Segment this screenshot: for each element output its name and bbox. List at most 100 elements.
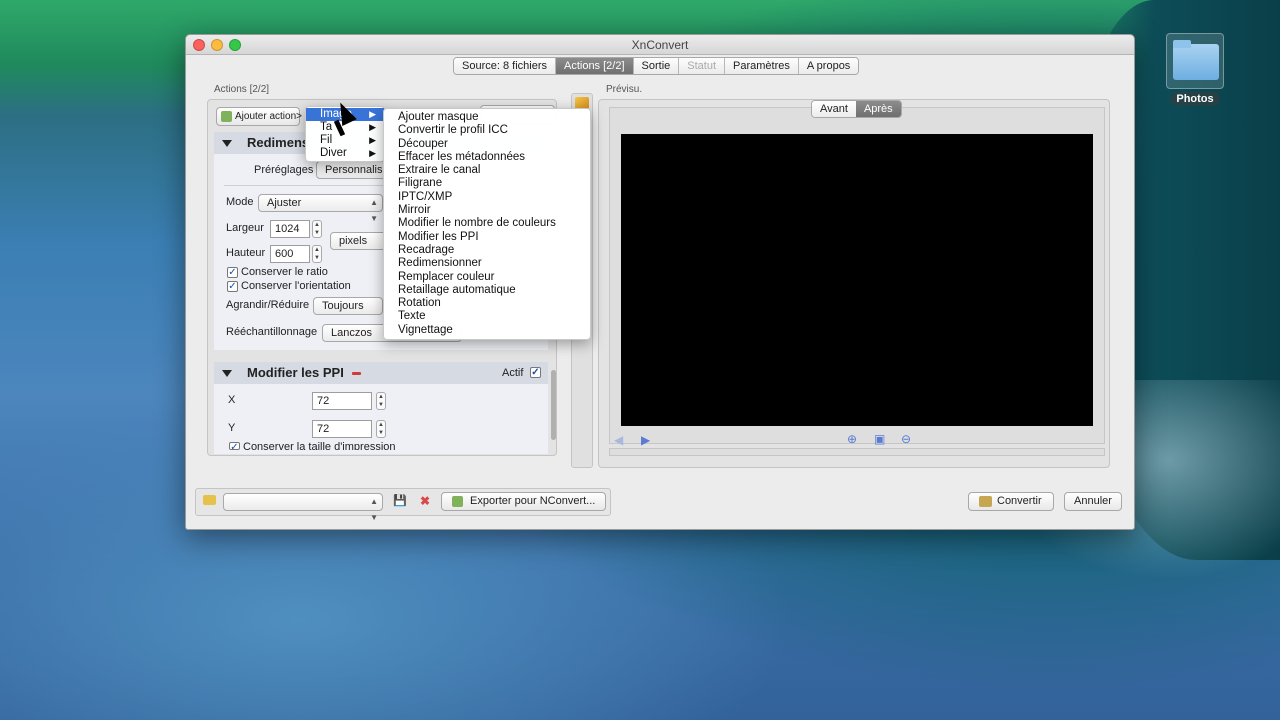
image-action-item[interactable]: Remplacer couleur bbox=[384, 271, 590, 284]
convert-label: Convertir bbox=[997, 495, 1042, 507]
fit-screen-icon[interactable]: ▣ bbox=[874, 432, 885, 446]
keep-print-size-label: Conserver la taille d'impression bbox=[243, 441, 396, 450]
image-action-item[interactable]: Filigrane bbox=[384, 177, 590, 190]
close-button[interactable] bbox=[193, 39, 205, 51]
mode-value: Ajuster bbox=[267, 197, 302, 209]
y-ppi-stepper[interactable]: ▲ ▼ bbox=[376, 420, 386, 438]
mode-label: Mode bbox=[226, 196, 254, 208]
active-label: Actif bbox=[502, 367, 524, 379]
resize-section-title: Redimens bbox=[247, 135, 310, 150]
ppi-section-title: Modifier les PPI bbox=[247, 365, 344, 380]
keep-print-size-checkbox[interactable]: ✓ bbox=[229, 442, 240, 450]
image-action-item[interactable]: Extraire le canal bbox=[384, 164, 590, 177]
image-action-item[interactable]: Rotation bbox=[384, 297, 590, 310]
tab-statut: Statut bbox=[679, 58, 726, 74]
previous-arrow-icon[interactable]: ◀ bbox=[614, 433, 623, 447]
menu-category-item[interactable]: Fil ▶ bbox=[306, 134, 384, 147]
width-field[interactable]: 1024 bbox=[270, 220, 310, 238]
open-folder-icon[interactable] bbox=[203, 495, 216, 505]
image-action-item[interactable]: Convertir le profil ICC bbox=[384, 124, 590, 137]
image-action-item[interactable]: IPTC/XMP bbox=[384, 191, 590, 204]
image-action-item[interactable]: Modifier les PPI bbox=[384, 231, 590, 244]
tab-sortie[interactable]: Sortie bbox=[633, 58, 680, 74]
menu-category-label: Diver bbox=[320, 147, 347, 159]
export-nconvert-button[interactable]: Exporter pour NConvert... bbox=[441, 492, 606, 511]
remove-icon[interactable] bbox=[352, 372, 361, 375]
x-ppi-stepper[interactable]: ▲ ▼ bbox=[376, 392, 386, 410]
image-action-item[interactable]: Mirroir bbox=[384, 204, 590, 217]
ppi-section-body: X 72 ▲ ▼ Y 72 ▲ ▼ ✓ Conserver la taille d'… bbox=[214, 384, 548, 454]
export-icon bbox=[452, 496, 463, 507]
submenu-arrow-icon: ▶ bbox=[369, 109, 376, 119]
folder-icon bbox=[1166, 33, 1224, 89]
image-action-item[interactable]: Ajouter masque bbox=[384, 111, 590, 124]
x-ppi-field[interactable]: 72 bbox=[312, 392, 372, 410]
delete-icon[interactable]: ✖ bbox=[420, 494, 430, 508]
tab-a-propos[interactable]: A propos bbox=[798, 58, 859, 74]
y-label: Y bbox=[228, 422, 236, 434]
height-field[interactable]: 600 bbox=[270, 245, 310, 263]
preview-image bbox=[621, 134, 1093, 426]
updown-arrows-icon: ▲ ▼ bbox=[370, 198, 378, 223]
keep-orientation-checkbox[interactable]: ✓ bbox=[227, 281, 238, 292]
zoom-button[interactable] bbox=[229, 39, 241, 51]
ppi-section-header[interactable]: Modifier les PPI Actif ✓ bbox=[214, 362, 548, 384]
tab-after[interactable]: Après bbox=[855, 101, 901, 117]
tab-source-8-fichiers[interactable]: Source: 8 fichiers bbox=[454, 58, 556, 74]
image-action-item[interactable]: Découper bbox=[384, 138, 590, 151]
enlarge-select[interactable]: Toujours bbox=[313, 297, 383, 315]
unit-select[interactable]: pixels bbox=[330, 232, 390, 250]
enlarge-value: Toujours bbox=[322, 300, 364, 312]
minimize-button[interactable] bbox=[211, 39, 223, 51]
image-action-item[interactable]: Vignettage bbox=[384, 324, 590, 337]
add-action-button[interactable]: Ajouter action> bbox=[216, 107, 302, 126]
zoom-out-icon[interactable]: ⊖ bbox=[901, 432, 911, 446]
cancel-button[interactable]: Annuler bbox=[1064, 492, 1122, 511]
convert-button[interactable]: Convertir bbox=[968, 492, 1054, 511]
next-arrow-icon[interactable]: ▶ bbox=[641, 433, 650, 447]
main-tabs: Source: 8 fichiers Actions [2/2] Sortie Sta… bbox=[453, 57, 860, 75]
collapse-triangle-icon[interactable] bbox=[222, 140, 232, 147]
image-action-item[interactable]: Redimensionner bbox=[384, 257, 590, 270]
keep-ratio-label: Conserver le ratio bbox=[241, 266, 328, 278]
presets-select[interactable]: Personnalisé bbox=[316, 161, 386, 179]
width-stepper[interactable]: ▲ ▼ bbox=[312, 220, 322, 238]
desktop-folder-photos[interactable]: Photos bbox=[1166, 33, 1224, 106]
preview-group-label: Prévisu. bbox=[606, 84, 643, 95]
preview-panel: Avant Après ◀ ▶ ⊕ ▣ ⊖ bbox=[598, 99, 1110, 468]
preset-select[interactable]: ▲ ▼ bbox=[223, 493, 383, 522]
preview-status-bar bbox=[609, 448, 1105, 456]
window-title: XnConvert bbox=[631, 38, 689, 52]
add-action-label: Ajouter action> bbox=[235, 111, 302, 122]
active-checkbox[interactable]: ✓ bbox=[530, 367, 541, 378]
height-stepper[interactable]: ▲ ▼ bbox=[312, 245, 322, 263]
image-action-item[interactable]: Retaillage automatique bbox=[384, 284, 590, 297]
image-action-item[interactable]: Effacer les métadonnées bbox=[384, 151, 590, 164]
preview-frame bbox=[609, 107, 1105, 444]
tab-actions-2-2[interactable]: Actions [2/2] bbox=[555, 58, 634, 74]
mode-select[interactable]: Ajuster ▲ ▼ bbox=[258, 194, 383, 223]
actions-scrollbar[interactable] bbox=[551, 370, 556, 440]
presets-label: Préréglages bbox=[254, 164, 314, 176]
presets-value: Personnalisé bbox=[325, 164, 386, 176]
zoom-in-icon[interactable]: ⊕ bbox=[847, 432, 857, 446]
width-label: Largeur bbox=[226, 222, 264, 234]
y-ppi-field[interactable]: 72 bbox=[312, 420, 372, 438]
window-controls bbox=[193, 39, 241, 51]
height-label: Hauteur bbox=[226, 247, 266, 259]
save-icon[interactable]: 💾 bbox=[393, 494, 407, 507]
tab-before[interactable]: Avant bbox=[812, 101, 856, 117]
desktop-folder-label: Photos bbox=[1170, 92, 1220, 106]
collapse-triangle-icon[interactable] bbox=[222, 370, 232, 377]
title-bar[interactable]: XnConvert bbox=[186, 35, 1134, 55]
menu-category-item[interactable]: Diver ▶ bbox=[306, 147, 384, 160]
tab-param-tres[interactable]: Paramètres bbox=[725, 58, 799, 74]
submenu-arrow-icon: ▶ bbox=[369, 148, 376, 158]
actions-group-label: Actions [2/2] bbox=[214, 84, 270, 95]
image-action-item[interactable]: Texte bbox=[384, 310, 590, 323]
image-action-item[interactable]: Recadrage bbox=[384, 244, 590, 257]
add-action-icon bbox=[221, 111, 232, 122]
image-action-item[interactable]: Modifier le nombre de couleurs bbox=[384, 217, 590, 230]
unit-value: pixels bbox=[339, 235, 368, 247]
keep-ratio-checkbox[interactable]: ✓ bbox=[227, 267, 238, 278]
